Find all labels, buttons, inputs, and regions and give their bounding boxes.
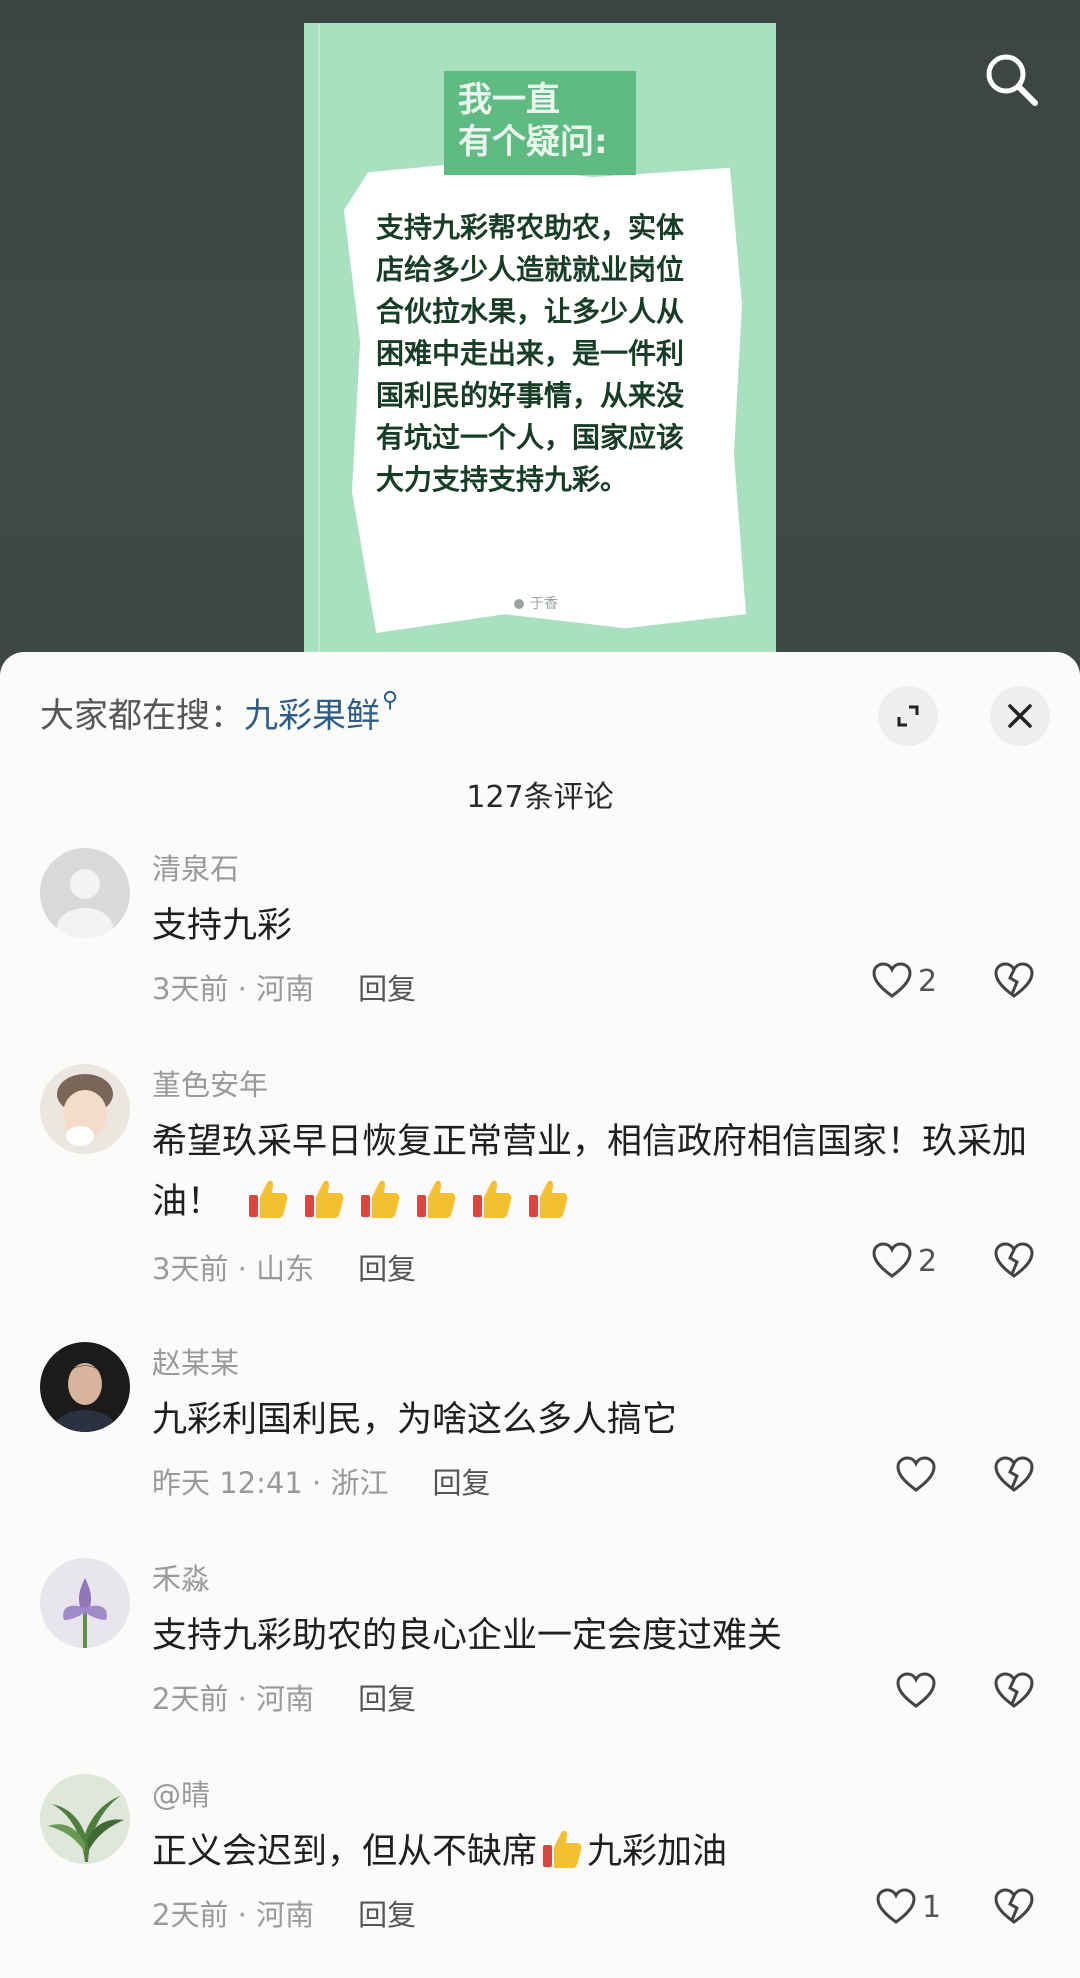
comment-meta: 3天前 · 山东 回复 [152,1246,416,1288]
post-footer-text: 于香 [530,596,558,612]
thumbs-up-icon [529,1180,568,1218]
like-button[interactable] [896,1456,936,1494]
thumbs-up-icon [417,1180,456,1218]
avatar[interactable] [40,848,130,938]
reply-button[interactable]: 回复 [358,972,416,1006]
heart-icon [876,1888,916,1924]
thumbs-up-icon [361,1180,400,1218]
close-icon [1008,704,1032,728]
hot-search-bar[interactable]: 大家都在搜：九彩果鲜⚲ [40,688,398,737]
heart-icon [872,1242,912,1278]
reply-button[interactable]: 回复 [432,1466,490,1500]
post-body: 支持九彩帮农助农，实体店给多少人造就就业岗位合伙拉水果，让多少人从困难中走出来，… [376,211,685,496]
like-button[interactable]: 2 [872,962,937,1000]
heart-icon [872,962,912,998]
comment-time-location: 昨天 12:41 · 浙江 [152,1466,389,1500]
like-button[interactable]: 1 [876,1888,941,1926]
heart-icon [896,1672,936,1708]
comment-author[interactable]: 堇色安年 [152,1062,268,1104]
comment-time-location: 3天前 · 山东 [152,1252,315,1286]
comment-meta: 2天前 · 河南 回复 [152,1676,416,1718]
comment-text-after: 九彩加油 [587,1832,728,1872]
like-count: 1 [922,1889,942,1925]
broken-heart-icon [994,1456,1034,1492]
close-button[interactable] [990,686,1050,746]
dislike-button[interactable] [994,962,1034,1004]
comment-time-location: 2天前 · 河南 [152,1682,315,1716]
dislike-button[interactable] [994,1672,1034,1714]
comment-author[interactable]: @晴 [152,1772,210,1814]
post-image[interactable]: 我一直 有个疑问: 支持九彩帮农助农，实体店给多少人造就就业岗位合伙拉水果，让多… [304,23,776,663]
avatar[interactable] [40,1064,130,1154]
broken-heart-icon [994,1888,1034,1924]
thumbs-up-icon [473,1180,512,1218]
reply-button[interactable]: 回复 [358,1682,416,1716]
post-title-line1: 我一直 [458,80,560,120]
like-count: 2 [918,963,938,999]
broken-heart-icon [994,962,1034,998]
post-margin-line [318,23,320,663]
dislike-button[interactable] [994,1888,1034,1930]
hot-search-term[interactable]: 九彩果鲜 [244,696,380,736]
comment-text: 支持九彩 [152,906,293,946]
thumbs-up-icon [305,1180,344,1218]
comment-text: 正义会迟到，但从不缺席 九彩加油 [152,1822,1042,1882]
comment-count: 127条评论 [466,780,614,815]
avatar[interactable] [40,1774,130,1864]
avatar[interactable] [40,1342,130,1432]
post-footer: 于香 [514,593,558,613]
comment-time-location: 2天前 · 河南 [152,1898,315,1932]
broken-heart-icon [994,1672,1034,1708]
search-small-icon: ⚲ [382,688,399,713]
thumbs-up-icon [543,1830,582,1868]
comment-text: 支持九彩助农的良心企业一定会度过难关 [152,1616,783,1656]
like-button[interactable] [896,1672,936,1710]
hot-search-label: 大家都在搜： [40,696,244,736]
comment-text: 希望玖采早日恢复正常营业，相信政府相信国家！玖采加油！ [152,1112,1042,1232]
comment-sheet: 大家都在搜：九彩果鲜⚲ 127条评论 清泉石 支持九彩 3天前 · 河南回复 [0,652,1080,1978]
thumbs-up-icon [249,1180,288,1218]
comment-author[interactable]: 赵某某 [152,1340,239,1382]
heart-icon [896,1456,936,1492]
footer-dot [514,599,524,609]
comment-meta: 2天前 · 河南 回复 [152,1892,416,1934]
expand-button[interactable] [878,686,938,746]
reply-button[interactable]: 回复 [358,1252,416,1286]
reply-button[interactable]: 回复 [358,1898,416,1932]
dislike-button[interactable] [994,1456,1034,1498]
post-title-line2: 有个疑问: [458,122,608,162]
avatar[interactable] [40,1558,130,1648]
comment-meta: 3天前 · 河南 回复 [152,966,416,1008]
dislike-button[interactable] [994,1242,1034,1284]
expand-icon [897,705,919,727]
comment-author[interactable]: 禾淼 [152,1556,210,1598]
comment-text-before: 正义会迟到，但从不缺席 [152,1832,538,1872]
like-count: 2 [918,1243,938,1279]
search-icon[interactable] [982,50,1042,110]
thumbs-up-emojis [234,1180,581,1222]
broken-heart-icon [994,1242,1034,1278]
comment-author[interactable]: 清泉石 [152,846,239,888]
like-button[interactable]: 2 [872,1242,937,1280]
comment-meta: 昨天 12:41 · 浙江 回复 [152,1460,490,1502]
post-title: 我一直 有个疑问: [444,71,636,175]
comment-text: 九彩利国利民，为啥这么多人搞它 [152,1400,678,1440]
comment-time-location: 3天前 · 河南 [152,972,315,1006]
